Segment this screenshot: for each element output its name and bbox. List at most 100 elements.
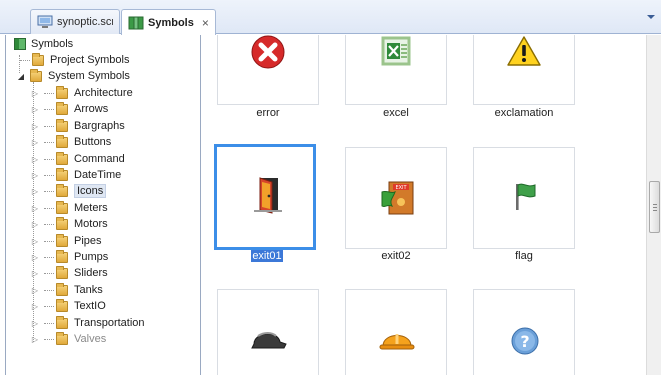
triangle-collapsed-icon[interactable]: ▷ bbox=[30, 187, 40, 196]
symbol-tree: Symbols Project Symbols ◢ System Symbols… bbox=[5, 35, 201, 375]
folder-icon bbox=[56, 216, 68, 230]
tab-symbols[interactable]: Symbols × bbox=[121, 9, 216, 35]
tree-connector bbox=[44, 338, 54, 340]
symbol-grid: error excel exclamation exit01 EXIT exit… bbox=[202, 35, 646, 375]
folder-icon bbox=[56, 85, 68, 99]
tree-item-label: TextIO bbox=[74, 300, 106, 312]
tree-item-symbols[interactable]: Symbols bbox=[14, 36, 73, 52]
tree-item-system-symbols[interactable]: ◢ System Symbols bbox=[16, 68, 130, 84]
tab-synoptic[interactable]: synoptic.scr bbox=[30, 9, 120, 34]
folder-icon bbox=[56, 331, 68, 345]
tree-item-arrows[interactable]: ▷ Arrows bbox=[30, 101, 108, 117]
triangle-collapsed-icon[interactable]: ▷ bbox=[30, 302, 40, 311]
help-icon: ? bbox=[511, 327, 539, 355]
triangle-collapsed-icon[interactable]: ▷ bbox=[30, 204, 40, 213]
folder-icon bbox=[56, 151, 68, 165]
folder-icon bbox=[56, 298, 68, 312]
exit-sign-icon: EXIT bbox=[381, 181, 414, 215]
folder-icon bbox=[56, 265, 68, 279]
tree-connector bbox=[44, 256, 54, 258]
tree-connector bbox=[44, 92, 54, 94]
tree-item-bargraphs[interactable]: ▷ Bargraphs bbox=[30, 118, 125, 134]
tree-item-datetime[interactable]: ▷ DateTime bbox=[30, 167, 121, 183]
triangle-collapsed-icon[interactable]: ▷ bbox=[30, 253, 40, 262]
tree-connector bbox=[44, 305, 54, 307]
triangle-collapsed-icon[interactable]: ▷ bbox=[30, 89, 40, 98]
symbol-tile-flag[interactable] bbox=[473, 147, 575, 249]
triangle-collapsed-icon[interactable]: ▷ bbox=[30, 171, 40, 180]
close-icon[interactable]: × bbox=[202, 16, 209, 30]
tree-item-architecture[interactable]: ▷ Architecture bbox=[30, 85, 133, 101]
tree-connector bbox=[44, 141, 54, 143]
tree-item-command[interactable]: ▷ Command bbox=[30, 151, 125, 167]
triangle-collapsed-icon[interactable]: ▷ bbox=[30, 122, 40, 131]
triangle-collapsed-icon[interactable]: ▷ bbox=[30, 335, 40, 344]
tree-item-transportation[interactable]: ▷ Transportation bbox=[30, 315, 145, 331]
tree-item-label: Motors bbox=[74, 218, 108, 230]
tree-item-sliders[interactable]: ▷ Sliders bbox=[30, 265, 108, 281]
triangle-collapsed-icon[interactable]: ▷ bbox=[30, 105, 40, 114]
tree-item-label: Icons bbox=[74, 184, 107, 198]
symbol-tile-excel[interactable] bbox=[345, 35, 447, 105]
tree-connector bbox=[44, 223, 54, 225]
tree-connector bbox=[44, 174, 54, 176]
triangle-collapsed-icon[interactable]: ▷ bbox=[30, 138, 40, 147]
tree-item-motors[interactable]: ▷ Motors bbox=[30, 216, 108, 232]
triangle-expanded-icon[interactable]: ◢ bbox=[16, 72, 26, 81]
tree-item-label: Symbols bbox=[31, 38, 74, 50]
symbol-caption: exclamation bbox=[494, 107, 554, 119]
tab-strip: synoptic.scr Symbols × bbox=[0, 0, 661, 35]
triangle-collapsed-icon[interactable]: ▷ bbox=[30, 237, 40, 246]
tree-item-label: Arrows bbox=[74, 103, 109, 115]
symbol-caption: exit01 bbox=[202, 250, 332, 262]
tree-item-buttons[interactable]: ▷ Buttons bbox=[30, 134, 111, 150]
symbol-tile[interactable] bbox=[345, 289, 447, 375]
tree-item-label: Project Symbols bbox=[50, 54, 130, 66]
tree-item-pumps[interactable]: ▷ Pumps bbox=[30, 249, 108, 265]
triangle-collapsed-icon[interactable]: ▷ bbox=[30, 269, 40, 278]
folder-icon bbox=[56, 282, 68, 296]
tree-connector bbox=[44, 108, 54, 110]
tree-item-label: Buttons bbox=[74, 136, 112, 148]
tree-item-textio[interactable]: ▷ TextIO bbox=[30, 298, 106, 314]
tree-connector bbox=[44, 207, 54, 209]
tree-item-pipes[interactable]: ▷ Pipes bbox=[30, 233, 102, 249]
tree-item-icons[interactable]: ▷ Icons bbox=[30, 183, 107, 199]
symbol-tile[interactable]: ? bbox=[473, 289, 575, 375]
triangle-collapsed-icon[interactable]: ▷ bbox=[30, 220, 40, 229]
symbol-tile-error[interactable] bbox=[217, 35, 319, 105]
triangle-collapsed-icon[interactable]: ▷ bbox=[30, 319, 40, 328]
tree-connector bbox=[44, 322, 54, 324]
folder-icon bbox=[56, 118, 68, 132]
tree-connector bbox=[44, 190, 54, 192]
symbol-tile[interactable] bbox=[217, 289, 319, 375]
screen-icon bbox=[37, 15, 53, 28]
vertical-scrollbar[interactable] bbox=[646, 35, 661, 375]
triangle-collapsed-icon[interactable]: ▷ bbox=[30, 155, 40, 164]
symbol-tile-exit02[interactable]: EXIT bbox=[345, 147, 447, 249]
svg-text:?: ? bbox=[520, 332, 529, 351]
excel-icon bbox=[381, 36, 411, 66]
tree-item-meters[interactable]: ▷ Meters bbox=[30, 200, 108, 216]
scrollbar-thumb[interactable] bbox=[649, 181, 660, 233]
tree-item-label: Transportation bbox=[74, 317, 145, 329]
tree-item-label: Tanks bbox=[74, 284, 103, 296]
folder-icon bbox=[30, 68, 42, 82]
folder-icon bbox=[56, 101, 68, 115]
triangle-collapsed-icon[interactable]: ▷ bbox=[30, 286, 40, 295]
tree-item-valves[interactable]: ▷ Valves bbox=[30, 331, 106, 347]
folder-icon bbox=[32, 52, 44, 66]
symbol-tile-exit01[interactable] bbox=[214, 144, 316, 250]
symbol-tile-exclamation[interactable] bbox=[473, 35, 575, 105]
tree-item-label: Meters bbox=[74, 202, 108, 214]
chevron-down-icon[interactable] bbox=[647, 15, 655, 19]
tree-item-label: DateTime bbox=[74, 169, 122, 181]
symbol-caption: flag bbox=[515, 250, 533, 262]
exit-door-icon bbox=[254, 177, 282, 214]
tree-item-project-symbols[interactable]: Project Symbols bbox=[20, 52, 129, 68]
tree-item-label: Architecture bbox=[74, 87, 133, 99]
tree-item-tanks[interactable]: ▷ Tanks bbox=[30, 282, 103, 298]
tree-connector bbox=[44, 158, 54, 160]
symbol-caption: error bbox=[256, 107, 280, 119]
library-icon bbox=[14, 38, 26, 50]
